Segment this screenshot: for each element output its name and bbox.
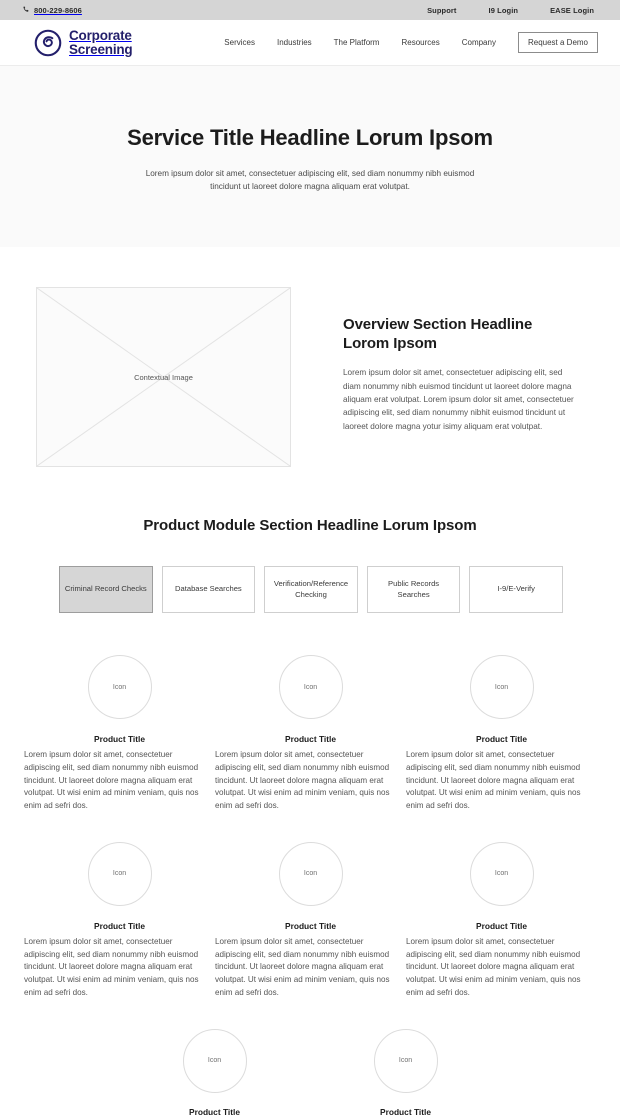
phone-icon bbox=[22, 6, 30, 14]
product-card-body: Lorem ipsum dolor sit amet, consectetuer… bbox=[24, 750, 199, 811]
phone-number: 800-229-8606 bbox=[34, 5, 82, 15]
product-card[interactable]: Icon Product Title Lorem ipsum dolor sit… bbox=[24, 655, 215, 813]
tab-verification-reference-checking[interactable]: Verification/Reference Checking bbox=[264, 566, 358, 613]
tab-public-records-searches[interactable]: Public Records Searches bbox=[366, 566, 461, 613]
nav-item-company[interactable]: Company bbox=[462, 38, 496, 47]
logo-line-2: Screening bbox=[69, 41, 133, 57]
product-card[interactable]: Icon Product Title bbox=[119, 1028, 310, 1120]
product-icon-placeholder: Icon bbox=[373, 1028, 438, 1093]
product-card-row: Icon Product Title Lorem ipsum dolor sit… bbox=[24, 655, 596, 813]
product-card-title: Product Title bbox=[284, 734, 337, 744]
overview-title: Overview Section Headline Lorom Ipsom bbox=[343, 316, 533, 353]
product-card-body: Lorem ipsum dolor sit amet, consectetuer… bbox=[215, 936, 390, 998]
tab-i9-everify[interactable]: I-9/E-Verify bbox=[469, 566, 563, 613]
product-icon-placeholder: Icon bbox=[469, 655, 534, 719]
tab-database-searches[interactable]: Database Searches bbox=[161, 566, 256, 613]
utility-link-ease-login[interactable]: EASE Login bbox=[550, 6, 594, 15]
nav-item-the-platform[interactable]: The Platform bbox=[334, 38, 380, 47]
utility-bar: 800-229-8606 Support I9 Login EASE Login bbox=[0, 0, 620, 20]
product-card-row: Icon Product Title Icon Product Title bbox=[24, 1028, 596, 1120]
product-card[interactable]: Icon Product Title Lorem ipsum dolor sit… bbox=[406, 841, 597, 1000]
request-a-demo-button[interactable]: Request a Demo bbox=[517, 32, 598, 53]
product-card-body: Lorem ipsum dolor sit amet, consectetuer… bbox=[24, 936, 199, 998]
contextual-image-label: Contextual Image bbox=[134, 372, 193, 382]
product-card-title: Product Title bbox=[93, 920, 146, 931]
page-title: Service Title Headline Lorum Ipsom bbox=[127, 125, 493, 151]
product-card-title: Product Title bbox=[475, 920, 528, 931]
utility-link-support[interactable]: Support bbox=[427, 6, 456, 15]
product-tabs: Criminal Record Checks Database Searches… bbox=[0, 534, 620, 613]
hero-section: Service Title Headline Lorum Ipsom Lorem… bbox=[0, 66, 620, 247]
product-card-title: Product Title bbox=[284, 920, 337, 931]
utility-links: Support I9 Login EASE Login bbox=[427, 6, 594, 15]
product-card-row: Icon Product Title Lorem ipsum dolor sit… bbox=[24, 841, 597, 1000]
product-card-title: Product Title bbox=[379, 1106, 432, 1117]
overview-text: Overview Section Headline Lorom Ipsom Lo… bbox=[343, 287, 575, 467]
product-card-title: Product Title bbox=[475, 734, 528, 744]
product-icon-placeholder: Icon bbox=[87, 841, 152, 906]
logo-link[interactable]: Corporate Screening bbox=[34, 28, 133, 57]
product-icon-placeholder: Icon bbox=[182, 1028, 247, 1093]
nav-item-resources[interactable]: Resources bbox=[401, 38, 439, 47]
product-module-title: Product Module Section Headline Lorum Ip… bbox=[143, 517, 477, 534]
product-module-section: Product Module Section Headline Lorum Ip… bbox=[0, 467, 620, 1120]
nav-item-services[interactable]: Services bbox=[224, 38, 255, 47]
product-icon-placeholder: Icon bbox=[469, 841, 534, 906]
nav-item-industries[interactable]: Industries bbox=[277, 38, 312, 47]
product-card-body: Lorem ipsum dolor sit amet, consectetuer… bbox=[406, 936, 581, 998]
product-card-grid: Icon Product Title Lorem ipsum dolor sit… bbox=[0, 613, 620, 1120]
product-card[interactable]: Icon Product Title Lorem ipsum dolor sit… bbox=[215, 655, 406, 813]
product-icon-placeholder: Icon bbox=[278, 841, 343, 906]
product-icon-placeholder: Icon bbox=[278, 655, 343, 719]
logo-wordmark: Corporate Screening bbox=[69, 28, 133, 57]
phone-link[interactable]: 800-229-8606 bbox=[22, 6, 82, 15]
overview-section: Contextual Image Overview Section Headli… bbox=[0, 247, 620, 467]
product-card-body: Lorem ipsum dolor sit amet, consectetuer… bbox=[215, 750, 390, 811]
product-card[interactable]: Icon Product Title bbox=[310, 1028, 501, 1120]
product-card[interactable]: Icon Product Title Lorem ipsum dolor sit… bbox=[406, 655, 597, 813]
product-card-title: Product Title bbox=[188, 1106, 241, 1117]
main-nav: Services Industries The Platform Resourc… bbox=[224, 32, 598, 53]
contextual-image-placeholder: Contextual Image bbox=[36, 287, 291, 467]
utility-link-i9-login[interactable]: I9 Login bbox=[489, 6, 519, 15]
logo-line-1: Corporate bbox=[69, 28, 132, 43]
product-card-body: Lorem ipsum dolor sit amet, consectetuer… bbox=[406, 750, 581, 811]
page-root: 800-229-8606 Support I9 Login EASE Login… bbox=[0, 0, 620, 1120]
product-card-title: Product Title bbox=[93, 734, 146, 744]
overview-body: Lorem ipsum dolor sit amet, consectetuer… bbox=[343, 368, 574, 431]
product-icon-placeholder: Icon bbox=[87, 655, 152, 719]
product-card[interactable]: Icon Product Title Lorem ipsum dolor sit… bbox=[24, 841, 215, 1000]
site-header: Corporate Screening Services Industries … bbox=[0, 20, 620, 66]
tab-criminal-record-checks[interactable]: Criminal Record Checks bbox=[59, 566, 153, 613]
product-card[interactable]: Icon Product Title Lorem ipsum dolor sit… bbox=[215, 841, 406, 1000]
spiral-logo-icon bbox=[34, 29, 62, 57]
hero-subtitle: Lorem ipsum dolor sit amet, consectetuer… bbox=[145, 169, 475, 191]
